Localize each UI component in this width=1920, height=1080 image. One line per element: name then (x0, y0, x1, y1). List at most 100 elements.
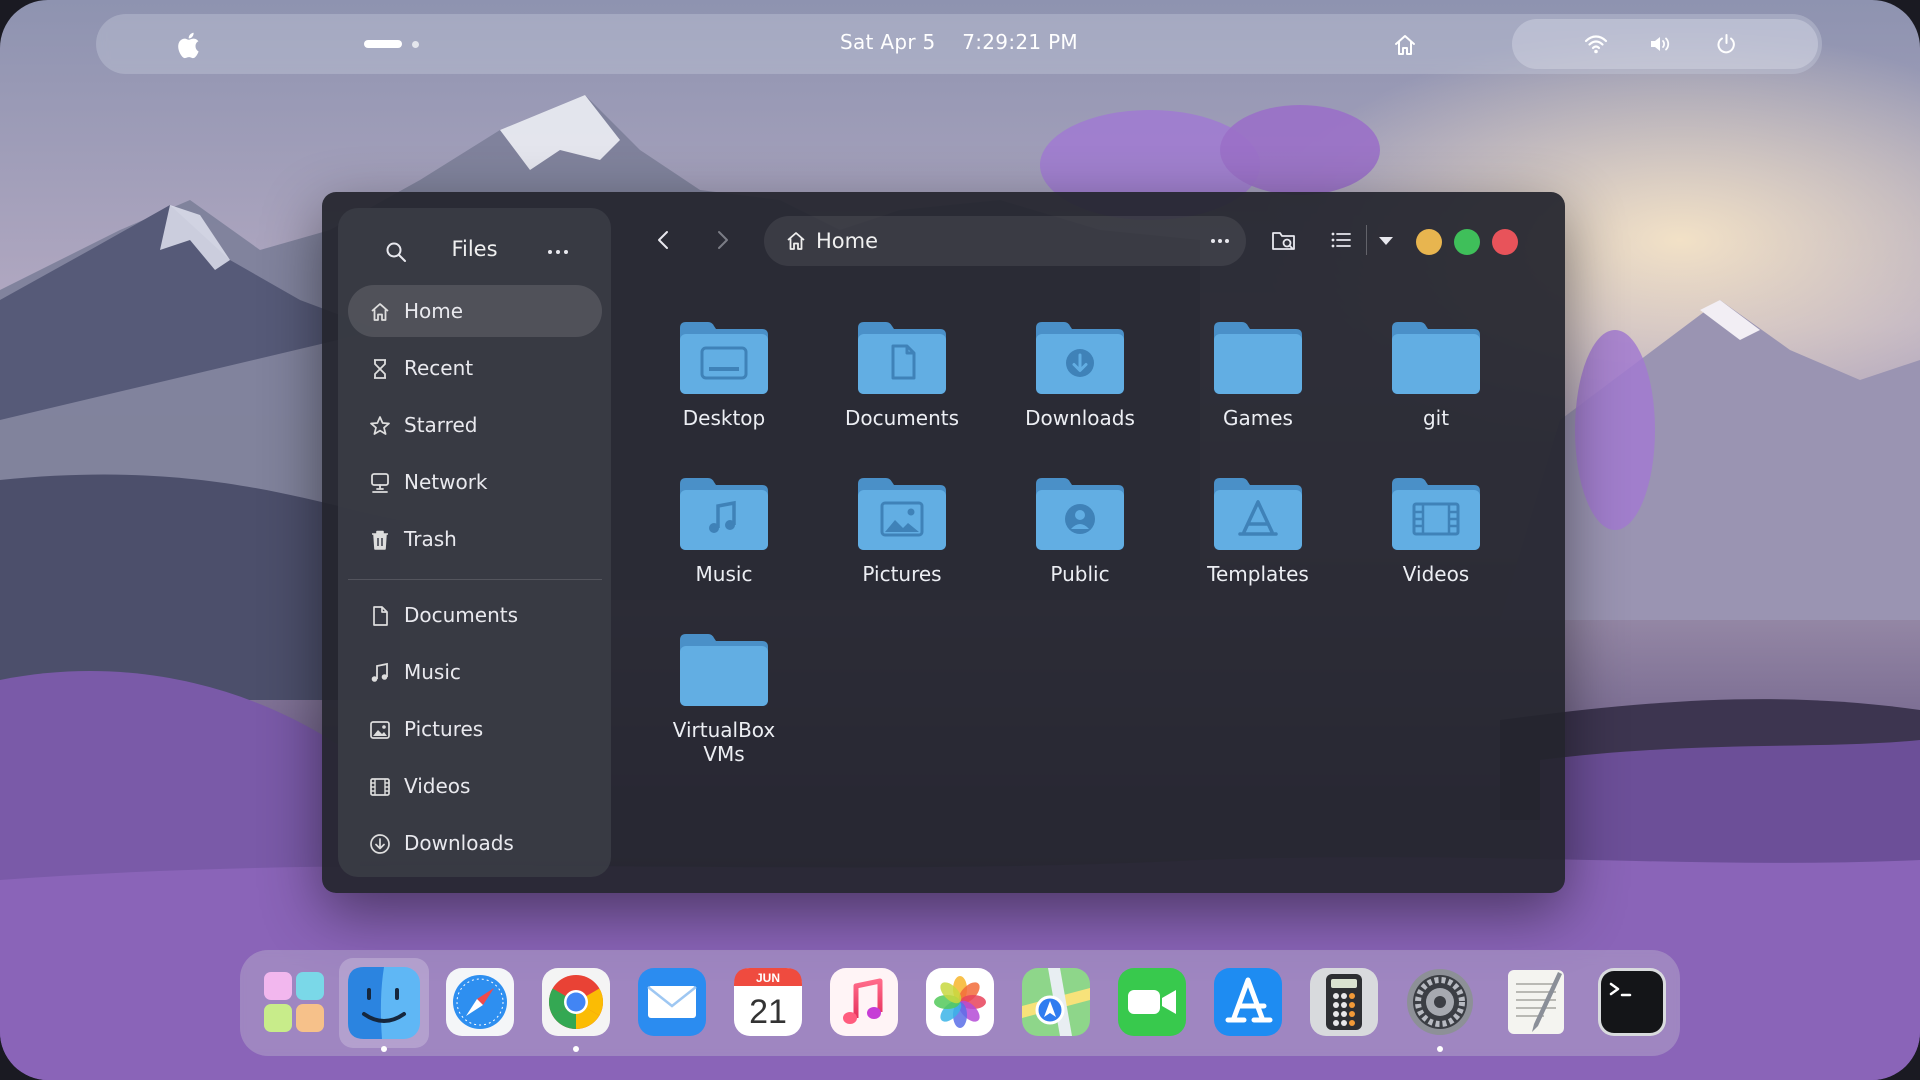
calendar-month: JUN (756, 971, 780, 985)
chevron-down-icon[interactable] (1378, 236, 1394, 246)
calendar-icon: JUN 21 (734, 968, 802, 1036)
files-window: Files Home Recent Starred Network Trash … (322, 192, 1565, 893)
sidebar-title: Files (451, 237, 498, 261)
dock-app-safari[interactable] (444, 966, 516, 1038)
folder-virtualbox-vms[interactable]: VirtualBox VMs (635, 632, 813, 766)
music-icon (830, 968, 898, 1036)
list-view-icon[interactable] (1330, 230, 1352, 250)
sidebar-item-documents[interactable]: Documents (348, 589, 602, 641)
folder-label: VirtualBox VMs (672, 718, 776, 766)
folder-icon (858, 478, 946, 550)
photos-icon (926, 968, 994, 1036)
top-bar: Sat Apr 5 7:29:21 PM (96, 14, 1822, 74)
finder-icon (348, 967, 420, 1039)
search-in-folder-icon[interactable] (1270, 228, 1298, 254)
dock-app-facetime[interactable] (1116, 966, 1188, 1038)
sidebar-item-trash[interactable]: Trash (348, 513, 602, 565)
folder-videos[interactable]: Videos (1347, 476, 1525, 586)
folder-documents[interactable]: Documents (813, 320, 991, 430)
safari-icon (446, 968, 514, 1036)
sidebar-item-label: Pictures (404, 717, 484, 741)
sidebar-divider (348, 579, 602, 580)
sidebar-item-recent[interactable]: Recent (348, 342, 602, 394)
clock-date: Sat Apr 5 (840, 30, 936, 54)
back-button[interactable] (652, 228, 676, 252)
sidebar-item-videos[interactable]: Videos (348, 760, 602, 812)
dock-app-photos[interactable] (924, 966, 996, 1038)
dock-app-launchpad[interactable] (258, 966, 330, 1038)
chrome-icon (542, 968, 610, 1036)
wifi-icon[interactable] (1584, 33, 1608, 55)
folder-label: Documents (844, 406, 960, 430)
folder-icon (1392, 478, 1480, 550)
dock-app-app-store[interactable] (1212, 966, 1284, 1038)
sidebar-item-pictures[interactable]: Pictures (348, 703, 602, 755)
minimize-button[interactable] (1416, 229, 1442, 255)
folder-label: Music (695, 562, 753, 586)
sidebar-item-label: Home (404, 299, 464, 323)
sidebar-item-label: Downloads (404, 831, 514, 855)
dock-app-terminal[interactable] (1596, 966, 1668, 1038)
sidebar-item-downloads[interactable]: Downloads (348, 817, 602, 869)
forward-button[interactable] (710, 228, 734, 252)
home-icon[interactable] (1392, 32, 1418, 58)
facetime-icon (1118, 968, 1186, 1036)
home-icon (371, 303, 389, 321)
power-icon[interactable] (1715, 33, 1739, 55)
sidebar-item-label: Documents (404, 603, 519, 627)
dock-app-maps[interactable] (1020, 966, 1092, 1038)
hourglass-icon (374, 359, 386, 379)
dock-app-system-settings[interactable] (1404, 966, 1476, 1038)
folder-templates[interactable]: Templates (1169, 476, 1347, 586)
image-icon (370, 721, 390, 739)
folder-desktop[interactable]: Desktop (635, 320, 813, 430)
folder-icon (680, 322, 768, 394)
path-bar[interactable]: Home (764, 216, 1246, 266)
sidebar-item-label: Trash (404, 527, 457, 551)
folder-label: Desktop (682, 406, 766, 430)
folder-icon (1036, 478, 1124, 550)
close-button[interactable] (1492, 229, 1518, 255)
running-indicator (1437, 1046, 1443, 1052)
view-divider (1366, 225, 1367, 255)
sidebar-item-label: Music (404, 660, 461, 684)
dock-app-music[interactable] (828, 966, 900, 1038)
dock-app-textedit[interactable] (1500, 966, 1572, 1038)
network-icon (371, 473, 389, 493)
path-more-icon[interactable] (1208, 232, 1232, 250)
folder-music[interactable]: Music (635, 476, 813, 586)
more-options-icon[interactable] (546, 242, 570, 262)
dock-app-mail[interactable] (636, 966, 708, 1038)
download-icon (370, 834, 390, 854)
gear-icon (1407, 969, 1473, 1035)
terminal-icon (1598, 968, 1666, 1036)
music-note-icon (371, 662, 388, 682)
folder-label: Public (1050, 562, 1110, 586)
film-icon (370, 778, 390, 796)
sidebar-item-network[interactable]: Network (348, 456, 602, 508)
calendar-day: 21 (749, 993, 787, 1031)
folder-label: Downloads (1025, 406, 1135, 430)
dock-app-chrome[interactable] (540, 966, 612, 1038)
volume-icon[interactable] (1648, 33, 1672, 55)
clock-time: 7:29:21 PM (962, 30, 1078, 54)
folder-icon (1036, 322, 1124, 394)
folder-games[interactable]: Games (1169, 320, 1347, 430)
dock-app-calculator[interactable] (1308, 966, 1380, 1038)
folder-pictures[interactable]: Pictures (813, 476, 991, 586)
folder-git[interactable]: git (1347, 320, 1525, 430)
system-status-menu[interactable] (1512, 19, 1818, 69)
calculator-icon (1310, 968, 1378, 1036)
dock-app-finder[interactable] (339, 958, 429, 1048)
maximize-button[interactable] (1454, 229, 1480, 255)
launchpad-icon (264, 972, 324, 1032)
sidebar: Files Home Recent Starred Network Trash … (338, 208, 611, 877)
folder-public[interactable]: Public (991, 476, 1169, 586)
running-indicator (381, 1046, 387, 1052)
sidebar-item-music[interactable]: Music (348, 646, 602, 698)
sidebar-item-label: Starred (404, 413, 478, 437)
folder-downloads[interactable]: Downloads (991, 320, 1169, 430)
dock-app-calendar[interactable]: JUN 21 (732, 966, 804, 1038)
sidebar-item-starred[interactable]: Starred (348, 399, 602, 451)
sidebar-item-home[interactable]: Home (348, 285, 602, 337)
